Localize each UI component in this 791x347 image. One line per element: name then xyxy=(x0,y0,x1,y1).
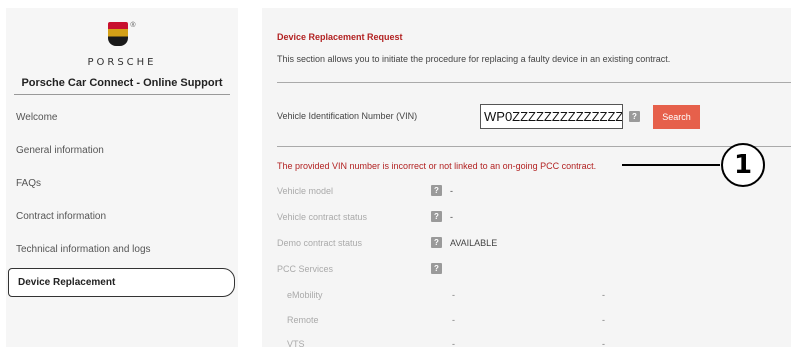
porsche-wordmark: PORSCHE xyxy=(87,57,157,68)
registered-mark: ® xyxy=(130,22,136,29)
porsche-crest-icon xyxy=(108,22,129,46)
app-title: Porsche Car Connect - Online Support xyxy=(21,77,223,89)
page-title: Device Replacement Request xyxy=(277,32,403,42)
brand-header: ® PORSCHE Porsche Car Connect - Online S… xyxy=(6,8,238,94)
vehicle-model-value: - xyxy=(450,186,453,196)
service-remote-label: Remote xyxy=(287,315,319,325)
callout-number-badge: 1 xyxy=(721,143,765,187)
sidebar: ® PORSCHE Porsche Car Connect - Online S… xyxy=(6,8,238,347)
error-message: The provided VIN number is incorrect or … xyxy=(277,161,597,171)
vin-input[interactable] xyxy=(480,104,623,129)
search-button[interactable]: Search xyxy=(653,105,700,129)
vehicle-model-label: Vehicle model xyxy=(277,186,334,196)
demo-contract-status-help-icon[interactable]: ? xyxy=(431,237,442,248)
service-remote-col1: - xyxy=(452,315,455,325)
vin-label: Vehicle Identification Number (VIN) xyxy=(277,111,418,121)
vehicle-contract-status-label: Vehicle contract status xyxy=(277,212,368,222)
service-vts-col2: - xyxy=(602,339,605,347)
service-emobility-label: eMobility xyxy=(287,290,323,300)
vehicle-contract-status-value: - xyxy=(450,212,453,222)
vin-help-icon[interactable]: ? xyxy=(629,111,640,122)
sidebar-item-contract-information[interactable]: Contract information xyxy=(6,200,238,233)
service-remote-col2: - xyxy=(602,315,605,325)
section-divider xyxy=(277,146,791,147)
pcc-services-help-icon[interactable]: ? xyxy=(431,263,442,274)
callout-pointer-line xyxy=(622,164,720,166)
service-emobility-col1: - xyxy=(452,290,455,300)
vehicle-model-help-icon[interactable]: ? xyxy=(431,185,442,196)
pcc-services-label: PCC Services xyxy=(277,264,334,274)
sidebar-item-device-replacement[interactable]: Device Replacement xyxy=(8,268,235,297)
page-description: This section allows you to initiate the … xyxy=(277,54,671,64)
demo-contract-status-value: AVAILABLE xyxy=(450,238,498,248)
screen: ® PORSCHE Porsche Car Connect - Online S… xyxy=(0,0,791,347)
sidebar-item-technical-information[interactable]: Technical information and logs xyxy=(6,233,238,266)
service-vts-label: VTS xyxy=(287,339,305,347)
sidebar-item-general-information[interactable]: General information xyxy=(6,134,238,167)
sidebar-nav: Welcome General information FAQs Contrac… xyxy=(6,95,238,297)
service-emobility-col2: - xyxy=(602,290,605,300)
demo-contract-status-label: Demo contract status xyxy=(277,238,363,248)
sidebar-item-faqs[interactable]: FAQs xyxy=(6,167,238,200)
main-panel: Device Replacement Request This section … xyxy=(262,8,791,347)
vehicle-contract-status-help-icon[interactable]: ? xyxy=(431,211,442,222)
sidebar-item-welcome[interactable]: Welcome xyxy=(6,101,238,134)
service-vts-col1: - xyxy=(452,339,455,347)
section-divider xyxy=(277,82,791,83)
